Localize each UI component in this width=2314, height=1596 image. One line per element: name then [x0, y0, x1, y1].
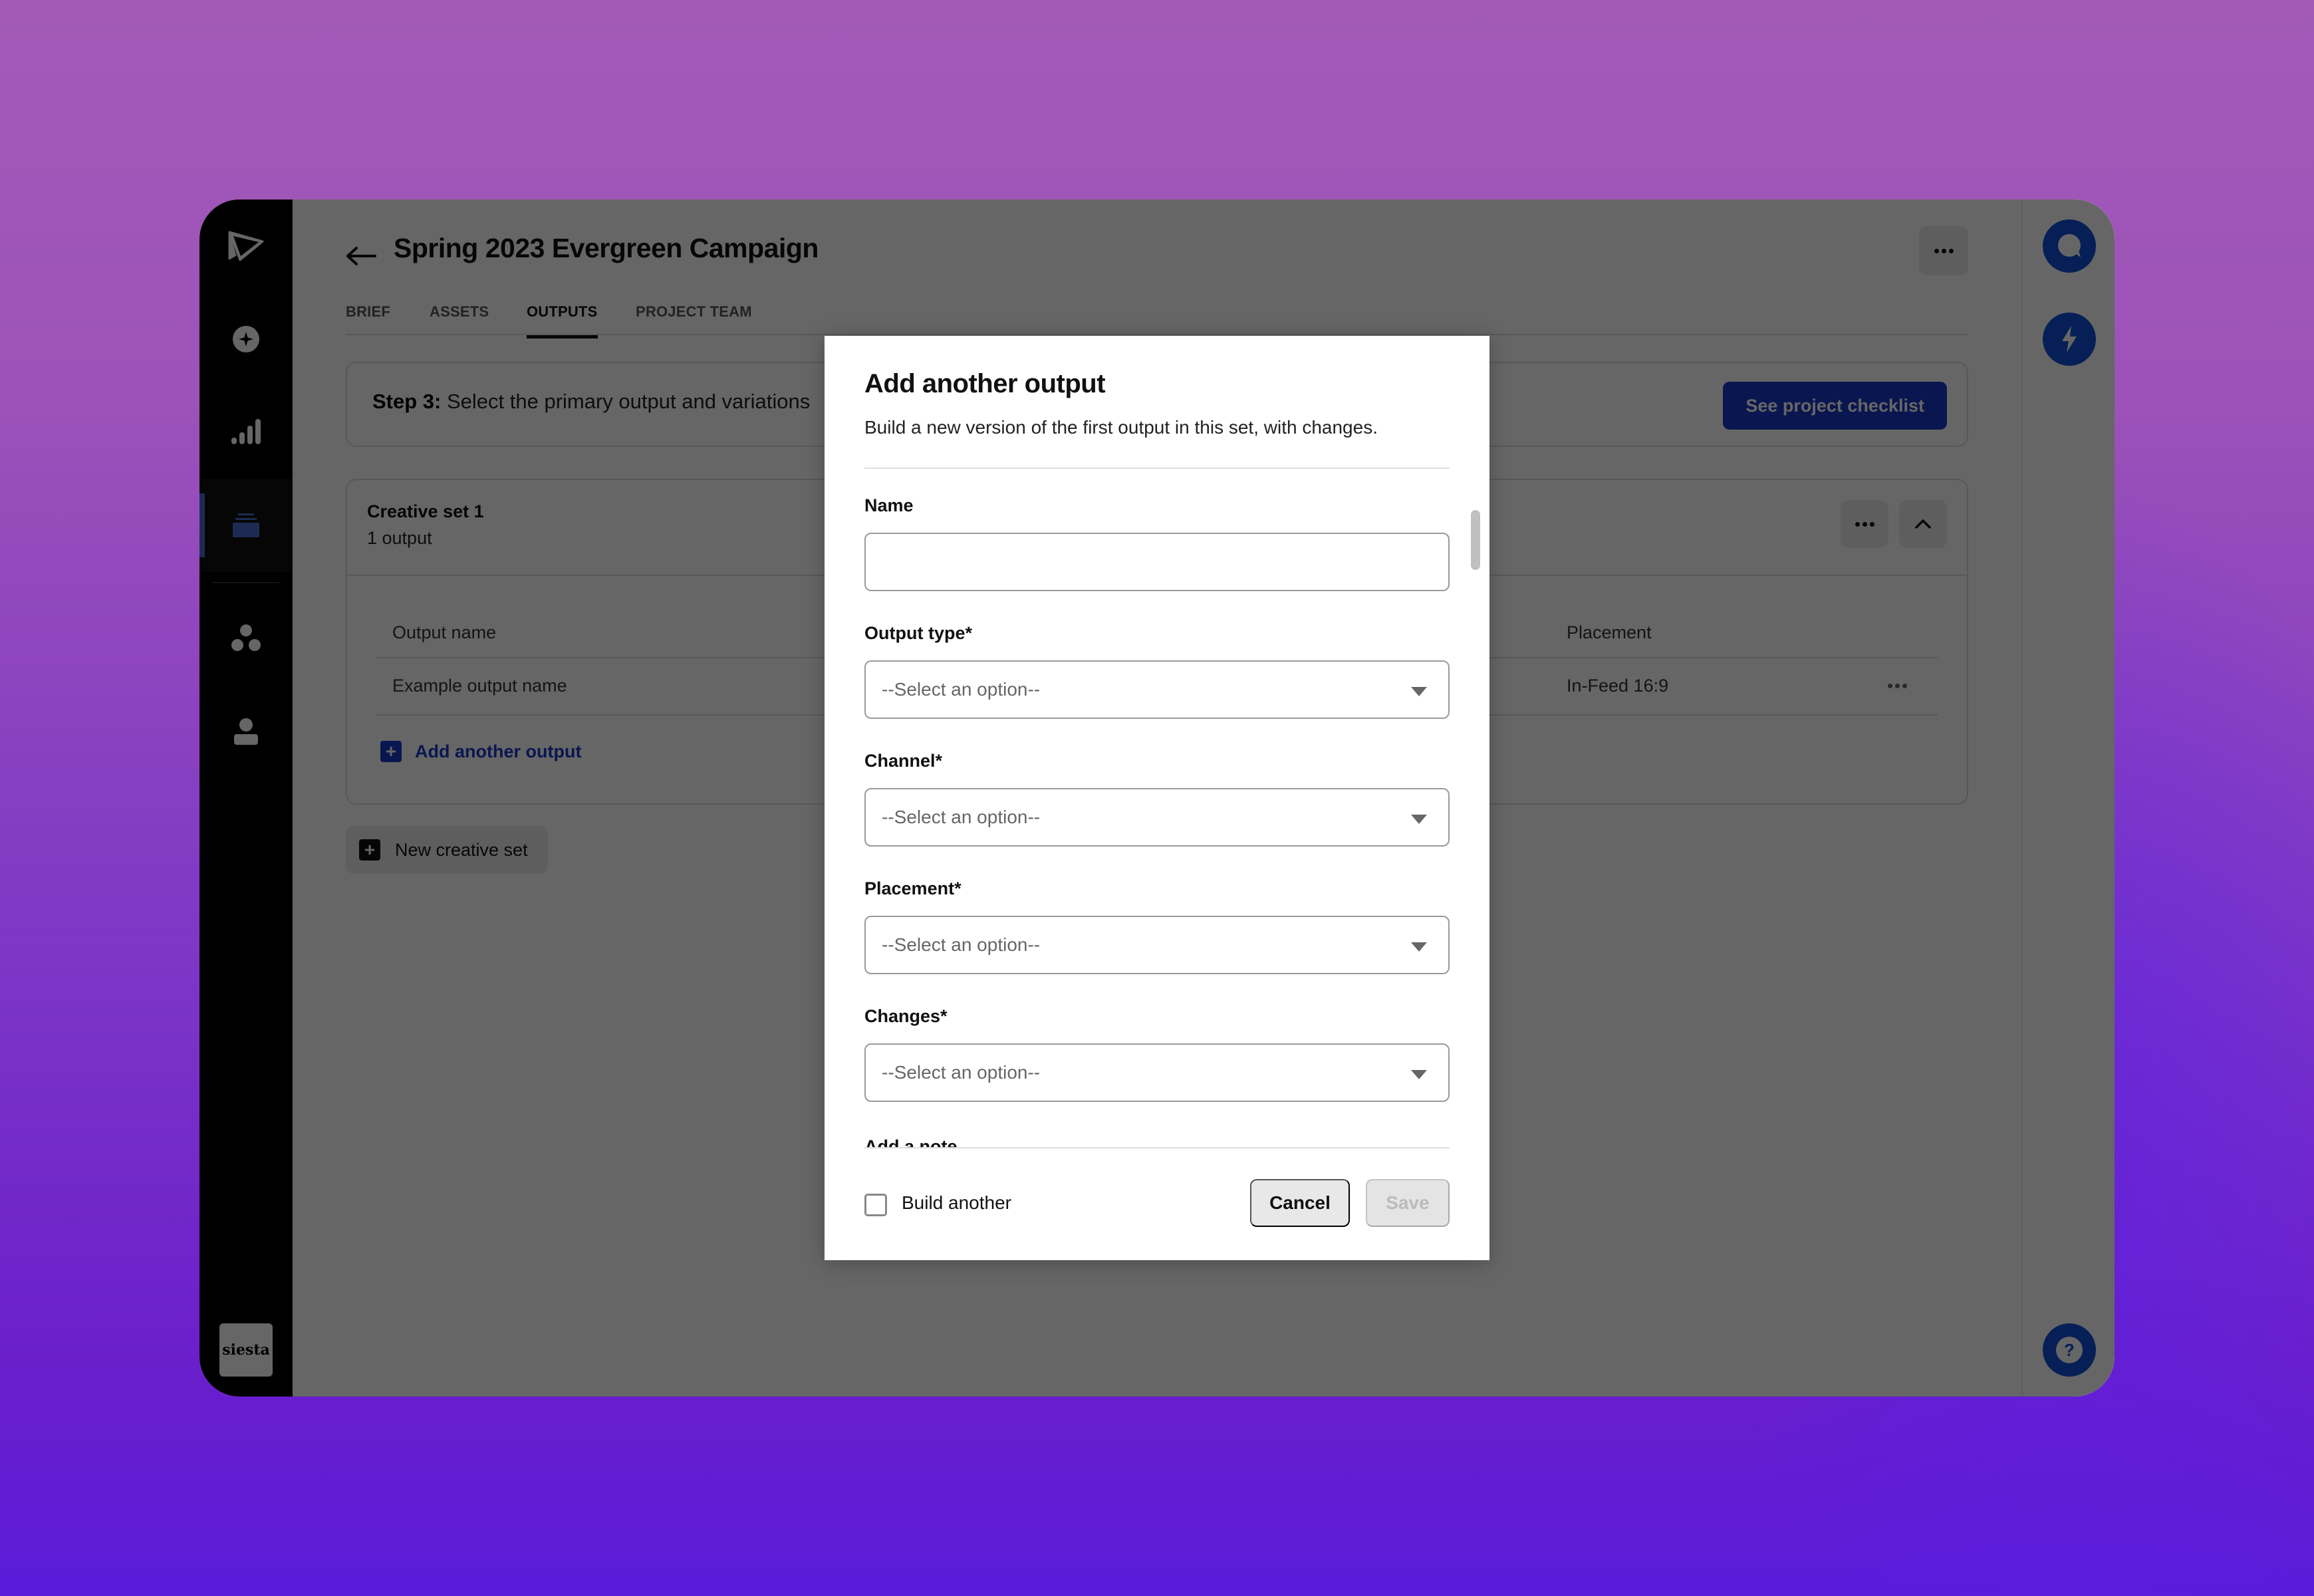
changes-value: --Select an option--	[882, 1062, 1041, 1083]
caret-down-icon	[1411, 687, 1427, 696]
modal-scrollbar[interactable]	[1471, 510, 1480, 570]
changes-label: Changes*	[864, 1006, 948, 1026]
changes-field: Changes* --Select an option--	[864, 1006, 1450, 1102]
name-field: Name	[864, 495, 1450, 591]
channel-value: --Select an option--	[882, 807, 1041, 827]
build-another-checkbox[interactable]	[864, 1194, 887, 1216]
modal-description: Build a new version of the first output …	[864, 417, 1378, 438]
cancel-button[interactable]: Cancel	[1250, 1179, 1350, 1227]
add-output-modal: Add another output Build a new version o…	[825, 336, 1489, 1260]
name-label: Name	[864, 495, 914, 515]
modal-footer: Build another Cancel Save	[864, 1179, 1450, 1227]
output-type-value: --Select an option--	[882, 679, 1041, 700]
caret-down-icon	[1411, 942, 1427, 952]
caret-down-icon	[1411, 815, 1427, 824]
output-type-label: Output type*	[864, 623, 972, 643]
channel-label: Channel*	[864, 751, 943, 771]
build-another-label[interactable]: Build another	[902, 1192, 1011, 1214]
output-type-select[interactable]: --Select an option--	[864, 660, 1450, 719]
name-input[interactable]	[864, 533, 1450, 591]
changes-select[interactable]: --Select an option--	[864, 1043, 1450, 1102]
placement-field: Placement* --Select an option--	[864, 878, 1450, 974]
modal-divider	[864, 467, 1450, 469]
channel-select[interactable]: --Select an option--	[864, 788, 1450, 847]
channel-field: Channel* --Select an option--	[864, 751, 1450, 847]
note-field-clipped: Add a note	[864, 1131, 1450, 1148]
save-button[interactable]: Save	[1366, 1179, 1450, 1227]
output-type-field: Output type* --Select an option--	[864, 623, 1450, 719]
placement-select[interactable]: --Select an option--	[864, 916, 1450, 974]
caret-down-icon	[1411, 1070, 1427, 1079]
placement-value: --Select an option--	[882, 934, 1041, 955]
placement-label: Placement*	[864, 878, 962, 898]
modal-title: Add another output	[864, 369, 1106, 398]
note-label: Add a note	[864, 1136, 958, 1148]
